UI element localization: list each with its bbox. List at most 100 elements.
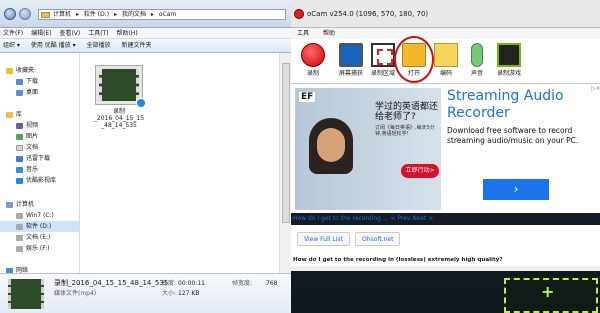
crumb-drive[interactable]: 软件 (D:) [84,11,109,18]
file-name-text: 录制 _2016_04_15_15 _48_14_535 [93,108,145,129]
menu-help[interactable]: 帮助(H) [116,30,137,37]
nav-drive-e[interactable]: 文档 (E:) [16,232,50,243]
game-record-button[interactable]: 录制游戏 [491,43,527,81]
library-icon [6,111,13,118]
film-icon [99,69,139,101]
ad-go-button[interactable]: › [483,179,549,200]
crumb-sep: ▸ [114,11,118,18]
nav-label: 桌面 [26,89,39,96]
nav-network[interactable]: 网络 [6,265,28,273]
video-file-thumbnail[interactable] [95,65,146,108]
play-with-button[interactable]: 使用 优酷 播放 ▾ [31,42,76,49]
sound-label: 声音 [470,70,483,77]
area-icon [371,43,395,67]
details-framewidth-label: 帧宽度: [232,280,253,287]
nav-drive-c[interactable]: Win7 (C:) [16,210,54,221]
nav-videos[interactable]: 视频 [16,120,38,131]
ocam-logo-icon [294,9,304,19]
ad-logo: EF [299,92,316,102]
menu-view[interactable]: 查看(V) [59,30,80,37]
record-button[interactable]: 录制 [295,43,331,81]
nav-label: 优酷影视库 [26,177,57,184]
nav-thunder[interactable]: 迅雷下载 [16,153,50,164]
new-folder-button[interactable]: 新建文件夹 [121,42,151,49]
advertisement[interactable]: EF 学过的英语都还给老师了? 订阅《每日英语》,每天5分钟,英语轻松学! 立即… [291,84,600,213]
command-bar: 组织 ▾ 使用 优酷 播放 ▾ 全部播放 新建文件夹 [0,39,291,53]
crumb-ocam[interactable]: oCam [159,11,176,18]
highlight-circle [394,36,434,83]
drive-icon [16,223,23,230]
view-full-list-button[interactable]: View Full List [297,232,350,246]
address-bar: 计算机 ▸ 软件 (D:) ▸ 我的文档 ▸ oCam [0,0,291,28]
video-icon [16,122,23,129]
codec-icon [434,43,458,67]
menu-bar: 文件(F) 编辑(E) 查看(V) 工具(T) 帮助(H) [0,28,291,39]
ad-banner-image[interactable]: EF 学过的英语都还给老师了? 订阅《每日英语》,每天5分钟,英语轻松学! 立即… [295,88,441,210]
nav-label: 迅雷下载 [26,155,51,162]
details-size: 127 KB [178,290,200,297]
nav-label: 视频 [26,122,39,129]
nav-label: 音乐 [26,166,39,173]
nav-documents[interactable]: 文档 [16,142,38,153]
screen-capture-button[interactable]: 屏幕捕获 [333,43,369,81]
nav-label: 娱乐 (F:) [26,245,50,252]
ohsoft-link-button[interactable]: Ohsoft.net [355,232,401,246]
star-icon [6,67,13,74]
nav-desktop[interactable]: 桌面 [16,87,38,98]
folder-icon [41,12,50,18]
explorer-window: 计算机 ▸ 软件 (D:) ▸ 我的文档 ▸ oCam 文件(F) 编辑(E) … [0,0,291,313]
menu-edit[interactable]: 编辑(E) [31,30,51,37]
computer-icon [6,201,13,208]
desktop-icon [16,89,23,96]
person-photo [309,118,353,174]
nav-favorites[interactable]: 收藏夹 [6,65,34,76]
nav-drive-f[interactable]: 娱乐 (F:) [16,243,50,254]
crosshair-icon[interactable]: + [541,284,554,300]
sound-button[interactable]: 声音 [459,43,495,81]
nav-library[interactable]: 库 [6,109,22,120]
nav-youku[interactable]: 优酷影视库 [16,175,56,186]
nav-music[interactable]: 音乐 [16,164,38,175]
navigation-pane: 收藏夹 下载 桌面 库 视频 图片 文档 迅雷下载 音乐 优酷影视库 计算机 W… [0,53,80,273]
nav-computer[interactable]: 计算机 [6,199,34,210]
nav-label: 文档 [26,144,39,151]
ad-cn-subtext: 订阅《每日英语》,每天5分钟,英语轻松学! [375,125,435,137]
play-badge-icon [136,98,146,108]
ad-headline[interactable]: Streaming Audio Recorder [447,88,597,122]
menu-file[interactable]: 文件(F) [3,30,23,37]
faq-nav-links[interactable]: How do I get to the recording ... < Prev… [291,213,600,225]
breadcrumb[interactable]: 计算机 ▸ 软件 (D:) ▸ 我的文档 ▸ oCam [38,9,286,20]
scrollbar-thumb[interactable] [282,63,290,223]
crumb-computer[interactable]: 计算机 [53,11,71,18]
record-icon [301,43,325,67]
drive-icon [16,234,23,241]
details-length-label: 长度: [162,280,177,287]
vertical-scrollbar[interactable] [279,53,291,273]
nav-label: Win7 (C:) [26,212,54,219]
nav-drive-d[interactable]: 软件 (D:) [0,221,79,232]
crumb-docs[interactable]: 我的文档 [122,11,146,18]
menu-tools[interactable]: 工具 [297,30,309,37]
menu-tools[interactable]: 工具(T) [88,30,108,37]
back-button[interactable] [4,8,16,20]
play-all-button[interactable]: 全部播放 [87,42,111,49]
organize-button[interactable]: 组织 ▾ [3,42,20,49]
nav-label: 库 [16,111,23,118]
ocam-window: oCam v254.0 (1096, 570, 180, 70) 工具 帮助 录… [291,0,600,313]
nav-label: 软件 (D:) [26,223,52,230]
menu-help[interactable]: 帮助 [323,30,335,37]
nav-downloads[interactable]: 下载 [16,76,38,87]
ad-cn-headline: 学过的英语都还给老师了? [375,102,439,122]
ad-body: Download free software to record streami… [447,126,579,145]
file-name-label[interactable]: 录制 _2016_04_15_15 _48_14_535 [85,108,153,129]
ad-cn-button[interactable]: 立即行动> [401,164,439,178]
ad-close-icon[interactable]: ▷× [591,85,600,92]
horizontal-scrollbar[interactable] [291,266,600,271]
faq-question[interactable]: How do I get to the recording in (lossle… [291,255,600,266]
forward-button[interactable] [19,8,31,20]
monitor-icon [339,43,363,67]
nav-pictures[interactable]: 图片 [16,131,38,142]
youku-icon [16,177,23,184]
record-label: 录制 [306,70,319,77]
details-filename: 录制_2016_04_15_15_48_14_535 [54,279,169,287]
